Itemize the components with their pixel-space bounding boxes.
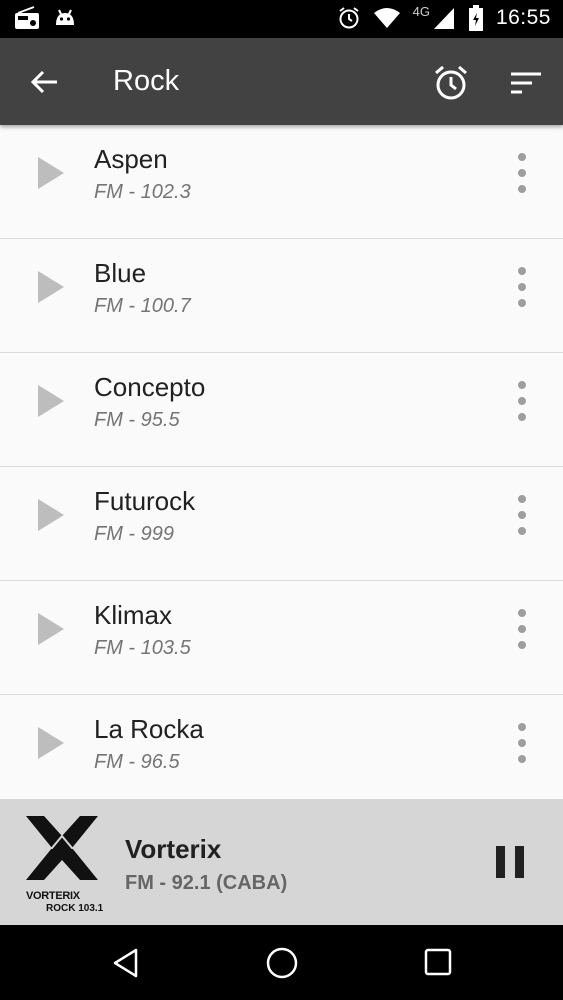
alarm-icon [338,7,359,29]
station-logo: VORTERIX ROCK 103.1 [22,814,104,914]
pause-icon[interactable] [494,844,526,880]
play-icon[interactable] [36,611,66,647]
now-playing-frequency: FM - 92.1 (CABA) [125,872,288,894]
page-title: Rock [113,65,180,97]
station-frequency: FM - 999 [94,523,175,545]
station-list: Aspen FM - 102.3 Blue FM - 100.7 Concept… [0,125,563,809]
logo-subtext: ROCK 103.1 [46,903,104,914]
status-bar: 4G 16:55 [0,0,563,38]
play-icon[interactable] [36,155,66,191]
station-name: La Rocka [94,714,204,744]
station-frequency: FM - 95.5 [94,409,180,431]
radio-icon [15,6,39,29]
more-options-icon[interactable] [512,721,532,765]
more-options-icon[interactable] [512,493,532,537]
android-icon [56,9,74,25]
system-nav-bar [0,925,563,1000]
sort-icon[interactable] [508,66,544,102]
battery-icon [468,5,483,31]
station-row[interactable]: Blue FM - 100.7 [0,239,563,353]
play-icon[interactable] [36,725,66,761]
more-options-icon[interactable] [512,379,532,423]
station-frequency: FM - 100.7 [94,295,191,317]
alarm-icon[interactable] [431,63,471,103]
station-name: Futurock [94,486,196,516]
app-bar: Rock [0,38,563,125]
back-arrow-icon[interactable] [26,64,62,100]
clock: 16:55 [495,6,551,29]
station-name: Aspen [94,144,168,174]
station-name: Blue [94,258,147,288]
vorterix-logo-icon [26,816,98,880]
station-frequency: FM - 102.3 [94,181,191,203]
station-row[interactable]: Futurock FM - 999 [0,467,563,581]
more-options-icon[interactable] [512,151,532,195]
network-type: 4G [412,3,430,19]
nav-recents-icon[interactable] [424,948,452,976]
station-name: Klimax [94,600,173,630]
station-row[interactable]: Concepto FM - 95.5 [0,353,563,467]
station-row[interactable]: Klimax FM - 103.5 [0,581,563,695]
more-options-icon[interactable] [512,265,532,309]
play-icon[interactable] [36,269,66,305]
signal-icon [433,8,454,29]
more-options-icon[interactable] [512,607,532,651]
station-row[interactable]: La Rocka FM - 96.5 [0,695,563,809]
station-frequency: FM - 103.5 [94,637,191,659]
now-playing-name: Vorterix [125,834,222,864]
nav-home-icon[interactable] [264,945,300,981]
play-icon[interactable] [36,497,66,533]
logo-text: VORTERIX [26,890,80,902]
station-frequency: FM - 96.5 [94,751,180,773]
now-playing-bar[interactable]: VORTERIX ROCK 103.1 Vorterix FM - 92.1 (… [0,799,563,925]
station-name: Concepto [94,372,206,402]
nav-back-icon[interactable] [110,947,142,979]
station-row[interactable]: Aspen FM - 102.3 [0,125,563,239]
wifi-icon [373,8,400,28]
play-icon[interactable] [36,383,66,419]
